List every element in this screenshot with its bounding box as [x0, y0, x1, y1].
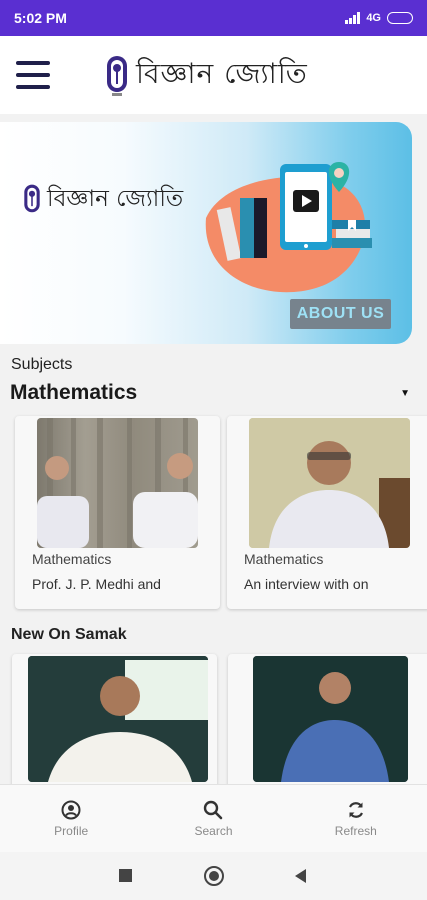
profile-icon	[61, 800, 81, 819]
recent-apps-icon[interactable]	[119, 869, 132, 882]
nav-refresh[interactable]: Refresh	[285, 785, 427, 852]
subject-dropdown[interactable]: Mathematics ▼	[10, 378, 410, 408]
refresh-icon	[348, 801, 363, 818]
status-icons: 4G	[345, 12, 413, 24]
nav-profile[interactable]: Profile	[0, 785, 142, 852]
system-navigation-bar	[0, 852, 427, 900]
video-title: Prof. J. P. Medhi and	[32, 576, 161, 592]
about-us-button[interactable]: ABOUT US	[290, 299, 391, 329]
video-subject: Mathematics	[32, 551, 112, 567]
video-thumbnail-art	[249, 418, 410, 548]
status-bar: 5:02 PM 4G	[0, 0, 427, 36]
nav-search-label: Search	[194, 823, 233, 838]
video-card[interactable]: Mathematics An interview with on	[227, 416, 427, 609]
new-video-card[interactable]	[228, 654, 427, 784]
banner-brand-name: বিজ্ঞান জ্যোতি	[47, 186, 184, 212]
main-content[interactable]: বিজ্ঞান জ্যোতি ABOUT US Subjects Mathema…	[0, 114, 427, 784]
new-video-list[interactable]	[0, 654, 427, 784]
signal-icon	[345, 12, 361, 24]
nav-search[interactable]: Search	[142, 785, 284, 852]
new-video-thumbnail-art	[253, 656, 408, 782]
logo-icon	[107, 55, 127, 96]
subject-selected-value: Mathematics	[10, 381, 138, 404]
hero-banner: বিজ্ঞান জ্যোতি ABOUT US	[0, 122, 412, 344]
new-on-samak-label: New On Samak	[11, 626, 127, 643]
brand-logo: বিজ্ঞান জ্যোতি	[104, 52, 308, 99]
video-thumbnail-art	[37, 418, 198, 548]
nav-profile-label: Profile	[54, 823, 89, 838]
new-video-thumbnail[interactable]	[28, 656, 208, 782]
subjects-label: Subjects	[11, 356, 73, 373]
app-bar: বিজ্ঞান জ্যোতি	[0, 36, 427, 114]
video-title: An interview with on	[244, 576, 369, 592]
hamburger-menu-icon[interactable]	[16, 61, 50, 89]
video-thumbnail[interactable]	[249, 418, 410, 548]
home-icon[interactable]	[204, 866, 224, 886]
app-screen: 5:02 PM 4G বিজ্ঞান জ্যোতি বিজ্ঞান জ্যোতি…	[0, 0, 427, 900]
battery-icon	[387, 12, 413, 24]
network-type: 4G	[366, 12, 381, 24]
video-card[interactable]: Mathematics Prof. J. P. Medhi and	[15, 416, 220, 609]
video-subject: Mathematics	[244, 551, 324, 567]
new-video-thumbnail[interactable]	[253, 656, 408, 782]
new-video-card[interactable]	[12, 654, 217, 784]
search-icon	[204, 800, 223, 819]
banner-logo: বিজ্ঞান জ্যোতি	[22, 180, 183, 219]
new-video-thumbnail-art	[28, 656, 208, 782]
status-time: 5:02 PM	[14, 10, 67, 26]
back-icon[interactable]	[295, 869, 306, 883]
dropdown-caret-icon: ▼	[400, 387, 410, 399]
learning-illustration	[205, 162, 372, 293]
video-thumbnail[interactable]	[37, 418, 198, 548]
bottom-navigation: Profile Search Refresh	[0, 784, 427, 852]
brand-name: বিজ্ঞান জ্যোতি	[136, 57, 308, 90]
subject-video-list[interactable]: Mathematics Prof. J. P. Medhi and Mathem…	[0, 416, 427, 616]
nav-refresh-label: Refresh	[334, 823, 377, 838]
banner-logo-icon	[24, 184, 40, 212]
